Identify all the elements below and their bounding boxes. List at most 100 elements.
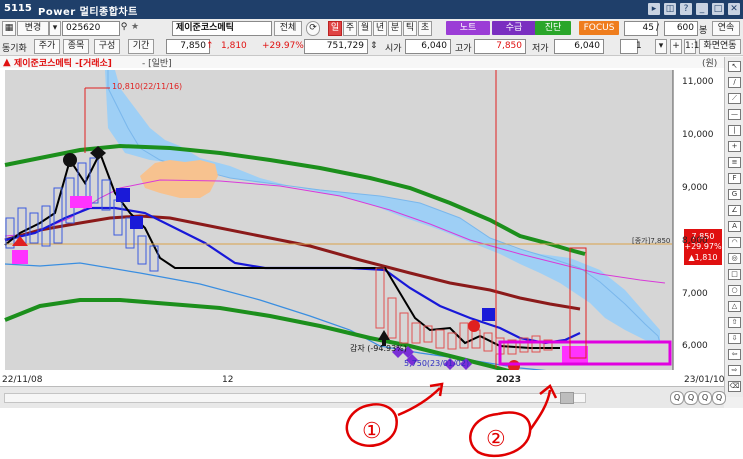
horizontal-scrollbar[interactable] (4, 393, 586, 403)
bottom-bar: Q Q Q Q (0, 386, 726, 408)
stock-code-input[interactable]: 025620 (62, 21, 120, 36)
vline-tool-icon[interactable]: | (728, 125, 741, 136)
angle-tool-icon[interactable]: ∠ (728, 205, 741, 216)
high-label: 10,810(22/11/16) (112, 82, 182, 91)
pin-icon[interactable]: ▸ (648, 3, 660, 15)
all-button[interactable]: 전체 (274, 21, 302, 36)
signal-dot-red (468, 320, 480, 332)
maximize-icon[interactable]: □ (712, 3, 724, 15)
star-icon[interactable]: ★ (131, 22, 139, 32)
up-arrow-tool-icon[interactable]: ⇧ (728, 317, 741, 328)
period-day-button[interactable]: 일 (328, 21, 342, 36)
total-input[interactable]: 600 (664, 21, 698, 36)
signal-dot (63, 153, 77, 167)
price-box: 7,850 +29.97% ▲1,810 (684, 229, 722, 265)
channel-tool-icon[interactable]: ≡ (728, 157, 741, 168)
low-label: 저가 (532, 44, 549, 54)
bong-label: 봉 (699, 26, 708, 36)
current-price-field: 7,850 (166, 39, 210, 54)
hline-tool-icon[interactable]: — (728, 109, 741, 120)
text-tool-icon[interactable]: A (728, 221, 741, 232)
stock-name-field[interactable]: 제이준코스메틱 (172, 21, 272, 36)
change-dropdown[interactable]: 변경 (17, 21, 49, 36)
volume-field: 751,729 (304, 39, 368, 54)
chevron-down-icon[interactable]: ▾ (655, 39, 667, 54)
config-button[interactable]: 구성 (94, 39, 120, 54)
link-icon[interactable]: ◫ (664, 3, 676, 15)
count-input[interactable]: 45 (624, 21, 658, 36)
plus-icon[interactable]: + (670, 39, 682, 54)
spin-value: 1 (636, 41, 642, 51)
item-button[interactable]: 종목 (63, 39, 89, 54)
ratio-icon[interactable]: 1:1 (684, 39, 699, 54)
period-button[interactable]: 기간 (128, 39, 154, 54)
note-button[interactable]: 노트 (446, 21, 490, 35)
right-arrow-tool-icon[interactable]: ⇨ (728, 365, 741, 376)
period-tick-button[interactable]: 틱 (403, 21, 417, 36)
signal-square (130, 216, 143, 229)
supply-button[interactable]: 수급 (492, 21, 536, 35)
focus-button[interactable]: FOCUS (579, 21, 619, 35)
left-arrow-tool-icon[interactable]: ⇦ (728, 349, 741, 360)
arc-tool-icon[interactable]: ◠ (728, 237, 741, 248)
price-button[interactable]: 주가 (34, 39, 60, 54)
up-arrow-icon: ↑ (206, 41, 214, 51)
chevron-down-icon[interactable]: ▾ (49, 21, 61, 36)
buy-marker (70, 196, 92, 208)
trend-tool-icon[interactable]: ⟋ (728, 93, 741, 104)
buy-marker (562, 346, 588, 364)
rect-tool-icon[interactable]: □ (728, 269, 741, 280)
search-icon[interactable]: ⚲ (119, 21, 129, 34)
y-tick-label: 11,000 (682, 77, 714, 87)
handwritten-circle-1 (345, 403, 398, 447)
spin-icon[interactable]: ⇕ (370, 41, 378, 51)
title-bar: 5115 Power 멀티종합차트 ▸ ◫ ? _ □ ✕ (0, 0, 743, 19)
minimize-icon[interactable]: _ (696, 3, 708, 15)
zoom-fit-icon[interactable]: Q (698, 391, 712, 405)
window-controls: ▸ ◫ ? _ □ ✕ (648, 3, 740, 15)
triangle-tool-icon[interactable]: △ (728, 301, 741, 312)
up-triangle-icon: ▲ (3, 57, 11, 68)
period-month-button[interactable]: 월 (358, 21, 372, 36)
handwritten-note-2: ② (486, 427, 506, 452)
period-second-button[interactable]: 초 (418, 21, 432, 36)
scrollbar-thumb[interactable] (560, 392, 574, 404)
gann-tool-icon[interactable]: G (728, 189, 741, 200)
handwritten-note-1: ① (362, 419, 382, 444)
fibo-tool-icon[interactable]: F (728, 173, 741, 184)
cross-tool-icon[interactable]: + (728, 141, 741, 152)
cycle-tool-icon[interactable]: ◎ (728, 253, 741, 264)
x-tick-label: 23/01/10 (684, 375, 724, 385)
zoom-reset-icon[interactable]: Q (712, 391, 726, 405)
diagnosis-button[interactable]: 진단 (535, 21, 571, 35)
period-year-button[interactable]: 년 (373, 21, 387, 36)
high-label: 고가 (455, 44, 472, 54)
period-week-button[interactable]: 주 (343, 21, 357, 36)
help-icon[interactable]: ? (680, 3, 692, 15)
chart-header: ▲ 제이준코스메틱 -[거래소] - [일반] (원) (0, 56, 743, 69)
close-icon[interactable]: ✕ (728, 3, 740, 15)
x-tick-label: 22/11/08 (2, 375, 43, 385)
price-chart[interactable]: 10,810(22/11/16) 5,750(23/01/02) 감자 (-94… (0, 68, 724, 386)
y-tick-label: 7,000 (682, 289, 708, 299)
eraser-icon[interactable]: ⌫ (728, 381, 741, 392)
x-tick-label: 2023 (496, 375, 521, 385)
continuous-button[interactable]: 연속 (712, 21, 740, 36)
cursor-icon[interactable]: ↖ (728, 61, 741, 72)
period-minute-button[interactable]: 분 (388, 21, 402, 36)
zoom-out-icon[interactable]: Q (684, 391, 698, 405)
circle-tool-icon[interactable]: ○ (728, 285, 741, 296)
change-value: 1,810 (221, 41, 247, 51)
y-tick-label: 8,000 (682, 236, 708, 246)
screen-link-button[interactable]: 화면연동 (699, 39, 741, 54)
toolbar-second: 동기화 주가 종목 구성 기간 7,850 ↑ 1,810 +29.97% 75… (0, 37, 743, 56)
change-percent: +29.97% (262, 41, 304, 51)
buy-marker (12, 250, 28, 264)
low-value: 6,040 (554, 39, 604, 54)
zoom-in-icon[interactable]: Q (670, 391, 684, 405)
line-tool-icon[interactable]: / (728, 77, 741, 88)
down-arrow-tool-icon[interactable]: ⇩ (728, 333, 741, 344)
stock-grid-icon[interactable]: ▦ (2, 21, 16, 36)
signal-square (482, 308, 495, 321)
sync-icon[interactable]: ⟳ (306, 21, 320, 36)
